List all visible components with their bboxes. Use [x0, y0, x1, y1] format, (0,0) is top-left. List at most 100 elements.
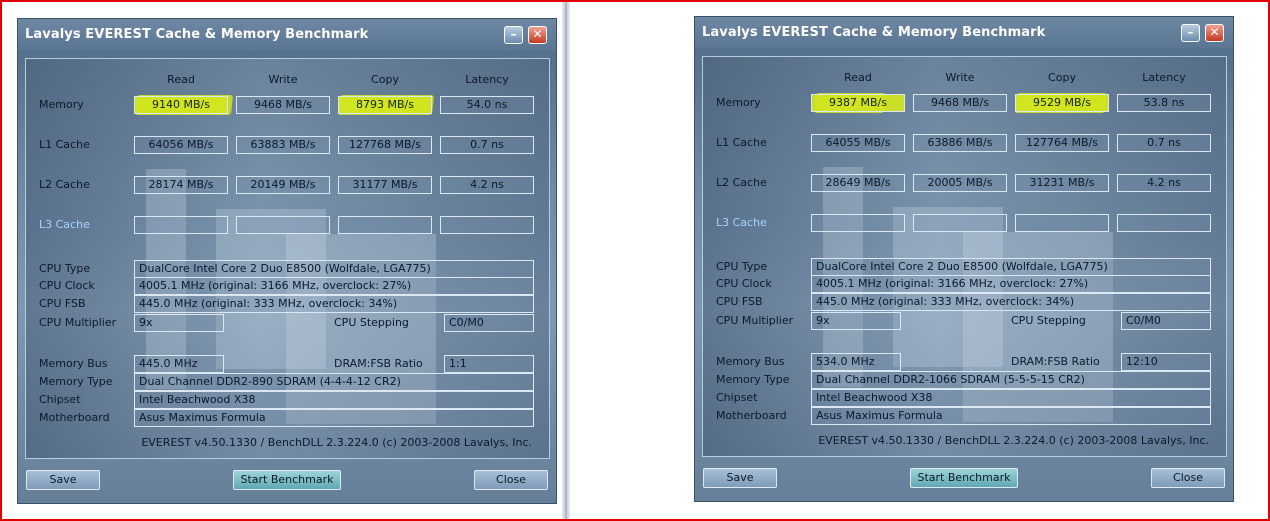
- cpu-type-label: CPU Type: [39, 262, 91, 275]
- motherboard-label: Motherboard: [716, 409, 787, 422]
- minimize-icon[interactable]: –: [504, 26, 523, 44]
- save-button[interactable]: Save: [26, 470, 100, 490]
- l3-write-value: [236, 216, 330, 234]
- cpu-stepping-label: CPU Stepping: [334, 316, 409, 329]
- cpu-fsb-label: CPU FSB: [716, 295, 763, 308]
- column-header-read: Read: [167, 73, 195, 86]
- l3-read-value: [811, 214, 905, 232]
- cpu-multiplier-label: CPU Multiplier: [716, 314, 794, 327]
- row-label-l2-cache: L2 Cache: [716, 176, 767, 189]
- memory-read-value: 9140 MB/s: [134, 96, 228, 114]
- cpu-stepping-value: C0/M0: [444, 314, 534, 332]
- motherboard-value: Asus Maximus Formula: [134, 409, 534, 427]
- row-label-l3-cache: L3 Cache: [716, 216, 767, 229]
- memory-bus-value: 534.0 MHz: [811, 353, 901, 371]
- l1-read-value: 64056 MB/s: [134, 136, 228, 154]
- cpu-fsb-value: 445.0 MHz (original: 333 MHz, overclock:…: [134, 295, 534, 313]
- memory-latency-value: 54.0 ns: [440, 96, 534, 114]
- cpu-clock-label: CPU Clock: [39, 279, 95, 292]
- close-button[interactable]: Close: [1151, 468, 1225, 488]
- cpu-clock-label: CPU Clock: [716, 277, 772, 290]
- memory-read-value: 9387 MB/s: [811, 94, 905, 112]
- chipset-value: Intel Beachwood X38: [134, 391, 534, 409]
- l1-read-value: 64055 MB/s: [811, 134, 905, 152]
- chipset-label: Chipset: [716, 391, 758, 404]
- l2-write-value: 20005 MB/s: [913, 174, 1007, 192]
- l2-copy-value: 31177 MB/s: [338, 176, 432, 194]
- column-header-copy: Copy: [1048, 71, 1076, 84]
- l3-latency-value: [1117, 214, 1211, 232]
- benchmark-window-left: Lavalys EVEREST Cache & Memory Benchmark…: [17, 18, 557, 504]
- row-label-memory: Memory: [39, 98, 84, 111]
- memory-bus-label: Memory Bus: [39, 357, 108, 370]
- l3-copy-value: [1015, 214, 1109, 232]
- cpu-fsb-label: CPU FSB: [39, 297, 86, 310]
- memory-write-value: 9468 MB/s: [236, 96, 330, 114]
- l1-copy-value: 127768 MB/s: [338, 136, 432, 154]
- column-header-write: Write: [268, 73, 298, 86]
- memory-write-value: 9468 MB/s: [913, 94, 1007, 112]
- version-footer: EVEREST v4.50.1330 / BenchDLL 2.3.224.0 …: [141, 436, 532, 449]
- row-label-l1-cache: L1 Cache: [716, 136, 767, 149]
- l2-read-value: 28174 MB/s: [134, 176, 228, 194]
- column-header-copy: Copy: [371, 73, 399, 86]
- l1-copy-value: 127764 MB/s: [1015, 134, 1109, 152]
- cpu-type-label: CPU Type: [716, 260, 768, 273]
- l1-write-value: 63883 MB/s: [236, 136, 330, 154]
- column-header-latency: Latency: [1142, 71, 1186, 84]
- save-button[interactable]: Save: [703, 468, 777, 488]
- memory-type-label: Memory Type: [716, 373, 790, 386]
- row-label-l1-cache: L1 Cache: [39, 138, 90, 151]
- l2-latency-value: 4.2 ns: [1117, 174, 1211, 192]
- memory-type-value: Dual Channel DDR2-1066 SDRAM (5-5-5-15 C…: [811, 371, 1211, 389]
- title-bar: Lavalys EVEREST Cache & Memory Benchmark…: [18, 19, 556, 51]
- cpu-fsb-value: 445.0 MHz (original: 333 MHz, overclock:…: [811, 293, 1211, 311]
- cpu-multiplier-label: CPU Multiplier: [39, 316, 117, 329]
- memory-bus-value: 445.0 MHz: [134, 355, 224, 373]
- cpu-stepping-label: CPU Stepping: [1011, 314, 1086, 327]
- dram-fsb-ratio-value: 12:10: [1121, 353, 1211, 371]
- row-label-memory: Memory: [716, 96, 761, 109]
- start-benchmark-button[interactable]: Start Benchmark: [910, 468, 1018, 488]
- close-button[interactable]: Close: [474, 470, 548, 490]
- dram-fsb-ratio-value: 1:1: [444, 355, 534, 373]
- memory-type-value: Dual Channel DDR2-890 SDRAM (4-4-4-12 CR…: [134, 373, 534, 391]
- start-benchmark-button[interactable]: Start Benchmark: [233, 470, 341, 490]
- cpu-clock-value: 4005.1 MHz (original: 3166 MHz, overcloc…: [811, 275, 1211, 293]
- column-header-write: Write: [945, 71, 975, 84]
- cpu-stepping-value: C0/M0: [1121, 312, 1211, 330]
- chipset-value: Intel Beachwood X38: [811, 389, 1211, 407]
- minimize-icon[interactable]: –: [1181, 24, 1200, 42]
- motherboard-value: Asus Maximus Formula: [811, 407, 1211, 425]
- l1-latency-value: 0.7 ns: [440, 136, 534, 154]
- version-footer: EVEREST v4.50.1330 / BenchDLL 2.3.224.0 …: [818, 434, 1209, 447]
- close-icon[interactable]: ✕: [1205, 24, 1224, 42]
- cpu-type-value: DualCore Intel Core 2 Duo E8500 (Wolfdal…: [134, 260, 534, 278]
- l3-read-value: [134, 216, 228, 234]
- chipset-label: Chipset: [39, 393, 81, 406]
- l3-write-value: [913, 214, 1007, 232]
- cpu-multiplier-value: 9x: [811, 312, 901, 330]
- results-panel: Read Write Copy Latency Memory 9140 MB/s…: [25, 58, 550, 459]
- window-separator: [562, 0, 570, 521]
- cpu-type-value: DualCore Intel Core 2 Duo E8500 (Wolfdal…: [811, 258, 1211, 276]
- memory-latency-value: 53.8 ns: [1117, 94, 1211, 112]
- l3-latency-value: [440, 216, 534, 234]
- column-header-latency: Latency: [465, 73, 509, 86]
- l1-write-value: 63886 MB/s: [913, 134, 1007, 152]
- row-label-l2-cache: L2 Cache: [39, 178, 90, 191]
- l2-read-value: 28649 MB/s: [811, 174, 905, 192]
- cpu-clock-value: 4005.1 MHz (original: 3166 MHz, overcloc…: [134, 277, 534, 295]
- close-icon[interactable]: ✕: [528, 26, 547, 44]
- l2-copy-value: 31231 MB/s: [1015, 174, 1109, 192]
- cpu-multiplier-value: 9x: [134, 314, 224, 332]
- l2-write-value: 20149 MB/s: [236, 176, 330, 194]
- memory-bus-label: Memory Bus: [716, 355, 785, 368]
- dram-fsb-ratio-label: DRAM:FSB Ratio: [334, 357, 423, 370]
- benchmark-window-right: Lavalys EVEREST Cache & Memory Benchmark…: [694, 16, 1234, 502]
- results-panel: Read Write Copy Latency Memory 9387 MB/s…: [702, 56, 1227, 457]
- memory-copy-value: 9529 MB/s: [1015, 94, 1109, 112]
- title-bar: Lavalys EVEREST Cache & Memory Benchmark…: [695, 17, 1233, 49]
- l1-latency-value: 0.7 ns: [1117, 134, 1211, 152]
- l2-latency-value: 4.2 ns: [440, 176, 534, 194]
